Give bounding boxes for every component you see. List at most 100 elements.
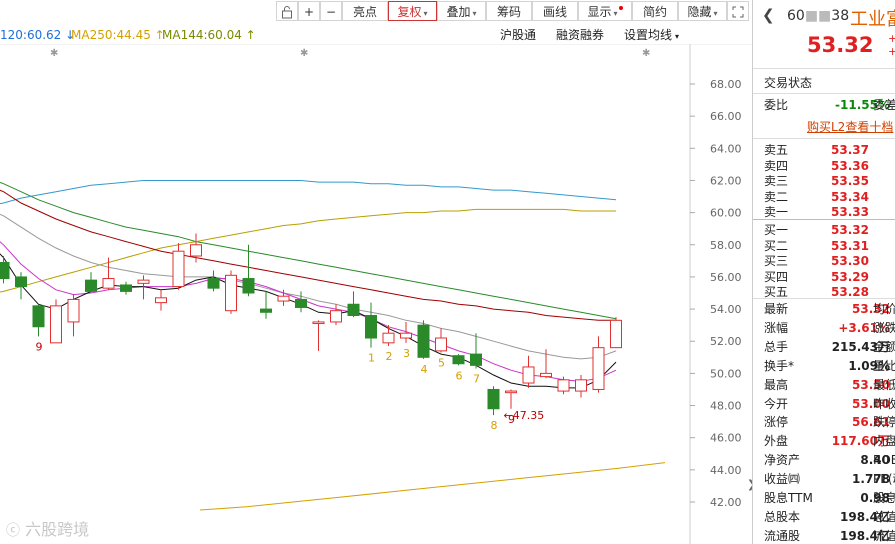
- notification-dot: [618, 6, 623, 10]
- y-tick-label: 60.00: [710, 207, 742, 220]
- overlay-label: 叠加: [446, 5, 471, 19]
- y-tick-label: 42.00: [710, 496, 742, 509]
- candle-body: [277, 295, 290, 302]
- stat-right-label: 跌停: [873, 415, 895, 430]
- candle-body: [505, 390, 517, 394]
- display-label: 显示: [587, 5, 612, 19]
- candle-body: [330, 310, 342, 323]
- y-tick-label: 64.00: [710, 142, 742, 155]
- draw-line-button[interactable]: 画线: [532, 1, 578, 21]
- stat-right-label: 金额: [873, 339, 895, 354]
- display-dropdown[interactable]: 显示 ▾: [578, 1, 632, 21]
- candle-body: [190, 244, 202, 257]
- y-tick-label: 56.00: [710, 271, 742, 284]
- candle-body: [85, 279, 97, 292]
- candle-body: [470, 353, 482, 366]
- watermark-text: 六股跨境: [25, 520, 90, 539]
- price-axis: 68.00 66.00 64.00 62.00 60.00 58.00 56.00 54.00…: [690, 78, 742, 509]
- lock-icon[interactable]: [276, 1, 298, 21]
- stock-name: 工业富: [850, 9, 895, 30]
- star-marker: ✱: [50, 48, 58, 59]
- ma120-legend: 120:60.62 ↓: [0, 28, 76, 42]
- buy-l2-row: 购买L2查看十档: [753, 118, 895, 136]
- stat-row: 涨幅 +3.61% 涨跌: [753, 319, 895, 337]
- candle-body: [382, 332, 395, 344]
- hide-dropdown[interactable]: 隐藏 ▾: [678, 1, 727, 21]
- stat-right-label: 均价: [873, 302, 895, 316]
- buy-l2-link[interactable]: 购买L2查看十档: [807, 118, 893, 136]
- stat-label: 最高: [764, 377, 789, 392]
- change-hint-2: +: [888, 45, 895, 58]
- star-markers: ✱ ✱ ✱: [50, 48, 650, 59]
- set-ma-label: 设置均线: [624, 28, 673, 42]
- stat-right-label: 昨收: [873, 396, 895, 411]
- commission-diff-label: 委差: [873, 98, 895, 112]
- candle-body: [365, 315, 377, 339]
- candle-body: [207, 278, 220, 289]
- stock-code-tail: 38: [831, 8, 850, 24]
- y-tick-label: 52.00: [710, 335, 742, 348]
- divider: [753, 93, 895, 94]
- candle-body: [67, 298, 80, 323]
- stat-right-label: 股息: [873, 491, 895, 505]
- td-count-label: 6: [456, 369, 463, 382]
- y-tick-label: 58.00: [710, 239, 742, 252]
- stat-label: 涨幅: [764, 320, 789, 335]
- divider: [753, 219, 895, 220]
- stat-row: 换手* 1.09% 量比: [753, 357, 895, 375]
- stat-row: 总股本 198.4亿 总值: [753, 508, 895, 526]
- stat-label: 涨停: [764, 415, 789, 430]
- candle-body: [225, 274, 237, 312]
- stat-row: 涨停 56.61 跌停: [753, 413, 895, 431]
- star-marker: ✱: [300, 48, 308, 59]
- expand-icon[interactable]: [727, 1, 749, 21]
- overlay-dropdown[interactable]: 叠加 ▾: [437, 1, 486, 21]
- collapse-panel-icon[interactable]: ❮: [762, 6, 775, 24]
- highlight-label: 亮点: [352, 5, 377, 19]
- chevron-down-icon: ▾: [713, 9, 718, 18]
- candlesticks: [0, 233, 622, 416]
- stat-right-label: 流值: [873, 528, 895, 543]
- quote-panel: ❮ 60■■38 工业富 53.32 ++ 交易状态 委比 -11.55% 委差…: [752, 0, 895, 544]
- kline-chart[interactable]: ✱ ✱ ✱ 68.00 66.00 64.00 62.00 60.00 58.00 56.0…: [0, 44, 752, 544]
- zoom-out-button[interactable]: −: [320, 1, 342, 21]
- chips-label: 筹码: [496, 5, 521, 19]
- stat-row: 最高 53.50 最低: [753, 376, 895, 394]
- stat-label: 换手*: [764, 358, 795, 373]
- candle-body: [435, 337, 447, 352]
- y-tick-label: 62.00: [710, 174, 742, 187]
- stock-code-head: 60: [787, 8, 805, 24]
- simple-label: 简约: [642, 5, 667, 19]
- candle-body: [575, 379, 587, 392]
- moving-average-lines: [0, 180, 666, 511]
- candle-body: [452, 355, 465, 365]
- td-count-label: 2: [386, 350, 393, 363]
- chips-button[interactable]: 筹码: [486, 1, 532, 21]
- candle-body: [400, 332, 412, 339]
- stat-row: 股息TTM 0.98 股息: [753, 489, 895, 507]
- stat-row: 总手 215.43万 金额: [753, 338, 895, 356]
- td-count-label: 1: [368, 352, 375, 365]
- candle-body: [15, 276, 27, 288]
- chart-toolbar: + − 亮点 复权 ▾ 叠加 ▾ 筹码 画线 显示 ▾ 简约 隐藏 ▾: [0, 0, 752, 22]
- adjust-rights-dropdown[interactable]: 复权 ▾: [388, 1, 437, 21]
- td-count-label: 4: [421, 363, 428, 376]
- set-ma-dropdown[interactable]: 设置均线 ▾: [624, 27, 679, 45]
- draw-line-label: 画线: [542, 5, 567, 19]
- zoom-in-label: +: [303, 5, 315, 19]
- margin-trading-link[interactable]: 融资融券: [556, 27, 604, 43]
- highlight-button[interactable]: 亮点: [342, 1, 388, 21]
- candle-body: [0, 261, 10, 280]
- ma-line: [0, 253, 617, 389]
- td-count-label: 7: [473, 373, 480, 386]
- stat-label: 流通股: [764, 528, 801, 543]
- zoom-in-button[interactable]: +: [298, 1, 320, 21]
- candle-body: [120, 284, 132, 292]
- candle-body: [155, 297, 167, 304]
- stat-row: 收益㈣1.778PE(动: [753, 470, 895, 488]
- hide-label: 隐藏: [687, 5, 712, 19]
- ma-line: [0, 241, 617, 382]
- simple-button[interactable]: 简约: [632, 1, 678, 21]
- hk-connect-link[interactable]: 沪股通: [500, 27, 536, 43]
- ma144-legend: MA144:60.04 ↑: [162, 28, 256, 42]
